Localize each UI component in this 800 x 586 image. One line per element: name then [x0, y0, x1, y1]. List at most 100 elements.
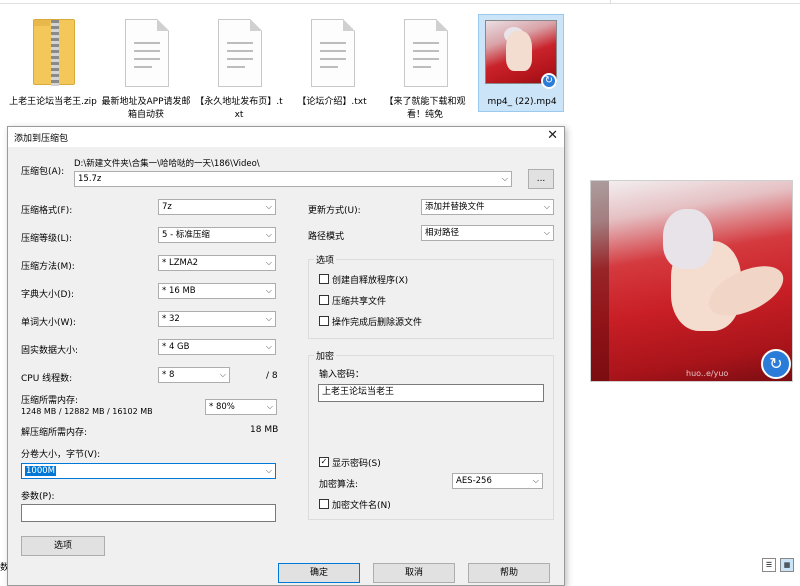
algorithm-select[interactable]: AES-256 ⌵	[452, 473, 543, 489]
split-label: 分卷大小，字节(V):	[21, 450, 101, 460]
chevron-down-icon: ⌵	[219, 370, 226, 379]
archive-label: 压缩包(A):	[21, 167, 65, 177]
dialog-title: 添加到压缩包	[14, 134, 69, 144]
archive-name-combo[interactable]: 15.7z ⌵	[74, 171, 512, 187]
dict-label: 字典大小(D):	[21, 290, 74, 300]
password-input[interactable]: 上老王论坛当老王	[318, 384, 544, 402]
path-mode-label: 路径模式	[308, 232, 345, 242]
method-select[interactable]: * LZMA2 ⌵	[158, 255, 276, 271]
word-value: * 32	[162, 314, 180, 324]
sfx-label: 创建自释放程序(X)	[332, 276, 409, 286]
split-size-combo[interactable]: 1000M ⌵	[21, 463, 276, 479]
cpu-label: CPU 线程数:	[21, 374, 73, 384]
shared-checkbox[interactable]	[319, 295, 329, 305]
params-label: 参数(P):	[21, 492, 55, 502]
file-name: 【论坛介绍】.txt	[297, 97, 367, 107]
format-select[interactable]: 7z ⌵	[158, 199, 276, 215]
file-item-txt-4[interactable]: 【来了就能下载和观看！纯免	[380, 14, 470, 124]
memory-detail: 1248 MB / 12882 MB / 16102 MB	[21, 407, 153, 416]
browse-button[interactable]: ...	[528, 169, 554, 189]
options-group-title: 选项	[314, 253, 337, 266]
cpu-total: / 8	[266, 371, 278, 381]
large-icons-view-icon[interactable]: ▦	[780, 558, 794, 572]
archive-path: D:\新建文件夹\合集一\哈哈哒的一天\186\Video\	[74, 159, 260, 169]
text-file-icon	[404, 19, 448, 87]
level-value: 5 - 标准压缩	[162, 230, 210, 240]
chevron-down-icon: ⌵	[265, 466, 272, 475]
details-view-icon[interactable]: ☰	[762, 558, 776, 572]
chevron-down-icon: ⌵	[265, 286, 272, 295]
dict-select[interactable]: * 16 MB ⌵	[158, 283, 276, 299]
chevron-down-icon: ⌵	[543, 202, 550, 211]
text-file-icon	[311, 19, 355, 87]
update-value: 添加并替换文件	[425, 202, 485, 212]
chevron-down-icon: ⌵	[532, 476, 539, 485]
encrypt-names-label: 加密文件名(N)	[332, 501, 391, 511]
delete-after-label: 操作完成后删除源文件	[332, 318, 423, 328]
encrypt-names-checkbox[interactable]	[319, 499, 329, 509]
params-input[interactable]	[21, 504, 276, 522]
file-name: 上老王论坛当老王.zip	[9, 97, 97, 107]
close-icon[interactable]: ✕	[547, 128, 558, 143]
path-mode-select[interactable]: 相对路径 ⌵	[421, 225, 554, 241]
memory-label: 压缩所需内存:	[21, 396, 79, 406]
file-item-txt-1[interactable]: 最新地址及APP请发邮箱自动获	[101, 14, 191, 124]
shortcut-arrow-icon: ↻	[541, 73, 557, 89]
method-value: * LZMA2	[162, 258, 199, 268]
word-label: 单词大小(W):	[21, 318, 76, 328]
chevron-down-icon: ⌵	[501, 174, 508, 183]
word-select[interactable]: * 32 ⌵	[158, 311, 276, 327]
show-password-checkbox[interactable]: ✓	[319, 457, 329, 467]
chevron-down-icon: ⌵	[265, 202, 272, 211]
memory-value: * 80%	[209, 402, 235, 412]
chevron-down-icon: ⌵	[265, 342, 272, 351]
file-name: 【来了就能下载和观看！纯免	[384, 97, 466, 120]
help-button[interactable]: 帮助	[468, 563, 550, 583]
update-select[interactable]: 添加并替换文件 ⌵	[421, 199, 554, 215]
level-label: 压缩等级(L):	[21, 234, 73, 244]
update-label: 更新方式(U):	[308, 206, 361, 216]
explorer-search-edge	[610, 0, 800, 4]
file-name: 最新地址及APP请发邮箱自动获	[101, 97, 191, 120]
solid-label: 固实数据大小:	[21, 346, 79, 356]
dialog-titlebar: 添加到压缩包 ✕	[8, 127, 564, 147]
delete-after-checkbox[interactable]	[319, 316, 329, 326]
file-item-video-selected[interactable]: ↻ mp4_ (22).mp4	[478, 14, 564, 112]
format-value: 7z	[162, 202, 172, 212]
cpu-select[interactable]: * 8 ⌵	[158, 367, 230, 383]
chevron-down-icon: ⌵	[265, 230, 272, 239]
split-size-value: 1000M	[25, 466, 56, 476]
decompress-memory-value: 18 MB	[250, 425, 279, 435]
ok-button[interactable]: 确定	[278, 563, 360, 583]
file-name: 【永久地址发布页】.txt	[195, 97, 283, 120]
zip-file-icon	[33, 19, 75, 86]
chevron-down-icon: ⌵	[266, 402, 273, 411]
view-toggle[interactable]: ☰ ▦	[762, 558, 798, 574]
algorithm-label: 加密算法:	[319, 480, 359, 490]
algorithm-value: AES-256	[456, 476, 492, 486]
cancel-button[interactable]: 取消	[373, 563, 455, 583]
solid-value: * 4 GB	[162, 342, 190, 352]
shortcut-arrow-icon: ↻	[761, 349, 791, 379]
encryption-group-title: 加密	[314, 349, 337, 362]
sfx-checkbox[interactable]	[319, 274, 329, 284]
cpu-value: * 8	[162, 370, 175, 380]
level-select[interactable]: 5 - 标准压缩 ⌵	[158, 227, 276, 243]
dict-value: * 16 MB	[162, 286, 196, 296]
decompress-memory-label: 解压缩所需内存:	[21, 428, 88, 438]
password-label: 输入密码：	[319, 370, 365, 380]
file-item-txt-2[interactable]: 【永久地址发布页】.txt	[194, 14, 284, 124]
memory-select[interactable]: * 80% ⌵	[205, 399, 277, 415]
archive-name-value: 15.7z	[78, 174, 102, 184]
file-item-txt-3[interactable]: 【论坛介绍】.txt	[287, 14, 377, 124]
preview-watermark: huo..e/yuo	[686, 369, 729, 378]
options-button[interactable]: 选项	[21, 536, 105, 556]
file-item-zip[interactable]: 上老王论坛当老王.zip	[8, 14, 98, 124]
text-file-icon	[125, 19, 169, 87]
text-file-icon	[218, 19, 262, 87]
chevron-down-icon: ⌵	[265, 258, 272, 267]
chevron-down-icon: ⌵	[543, 228, 550, 237]
chevron-down-icon: ⌵	[265, 314, 272, 323]
solid-select[interactable]: * 4 GB ⌵	[158, 339, 276, 355]
path-mode-value: 相对路径	[425, 228, 460, 238]
